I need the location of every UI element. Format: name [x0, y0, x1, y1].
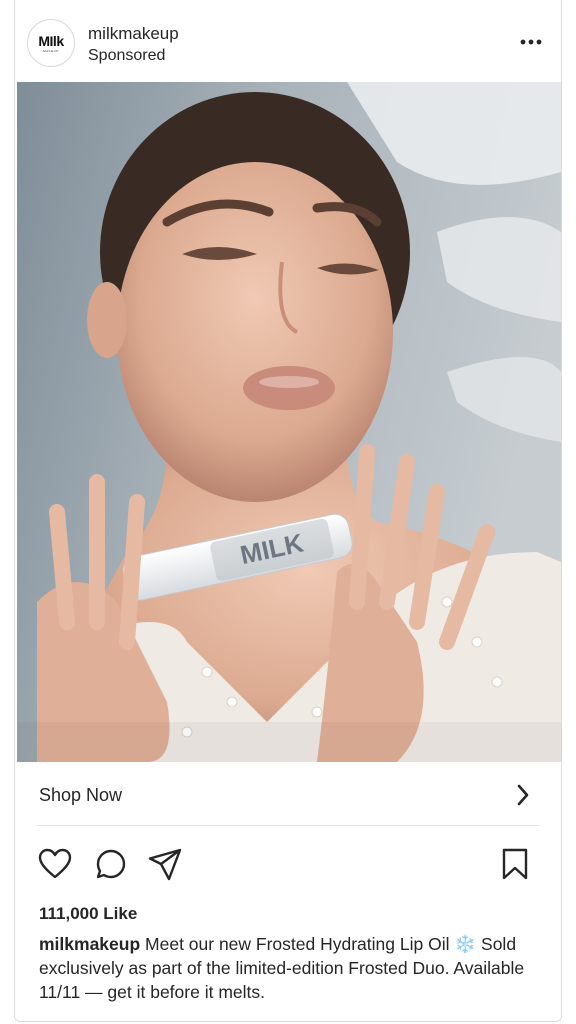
sponsored-label: Sponsored	[88, 47, 166, 64]
post-header: MIlk MAKEUP milkmakeup Sponsored	[15, 0, 561, 82]
shop-now-button[interactable]: Shop Now	[15, 762, 561, 826]
post-image[interactable]: MILK	[17, 82, 561, 762]
avatar-sub-text: MAKEUP	[43, 48, 59, 53]
caption-text: Meet our new Frosted Hydrating Lip Oil	[145, 934, 450, 954]
comment-icon[interactable]	[93, 846, 129, 882]
send-icon[interactable]	[147, 846, 183, 882]
likes-count[interactable]: 111,000 Like	[39, 904, 137, 924]
heart-icon[interactable]	[37, 846, 73, 882]
bookmark-icon[interactable]	[497, 846, 533, 882]
post-caption: milkmakeup Meet our new Frosted Hydratin…	[39, 932, 543, 1004]
caption-username[interactable]: milkmakeup	[39, 934, 140, 954]
chevron-right-icon	[515, 783, 531, 807]
sponsored-post-card: MIlk MAKEUP milkmakeup Sponsored MILK Sh…	[14, 0, 562, 1022]
shop-now-label: Shop Now	[39, 785, 123, 805]
more-options-icon[interactable]	[519, 32, 543, 52]
snowflake-emoji: ❄️	[454, 934, 477, 954]
avatar-logo-text: MIlk	[38, 32, 64, 49]
avatar[interactable]: MIlk MAKEUP	[27, 19, 75, 67]
post-username[interactable]: milkmakeup	[88, 24, 179, 44]
divider	[37, 825, 539, 826]
